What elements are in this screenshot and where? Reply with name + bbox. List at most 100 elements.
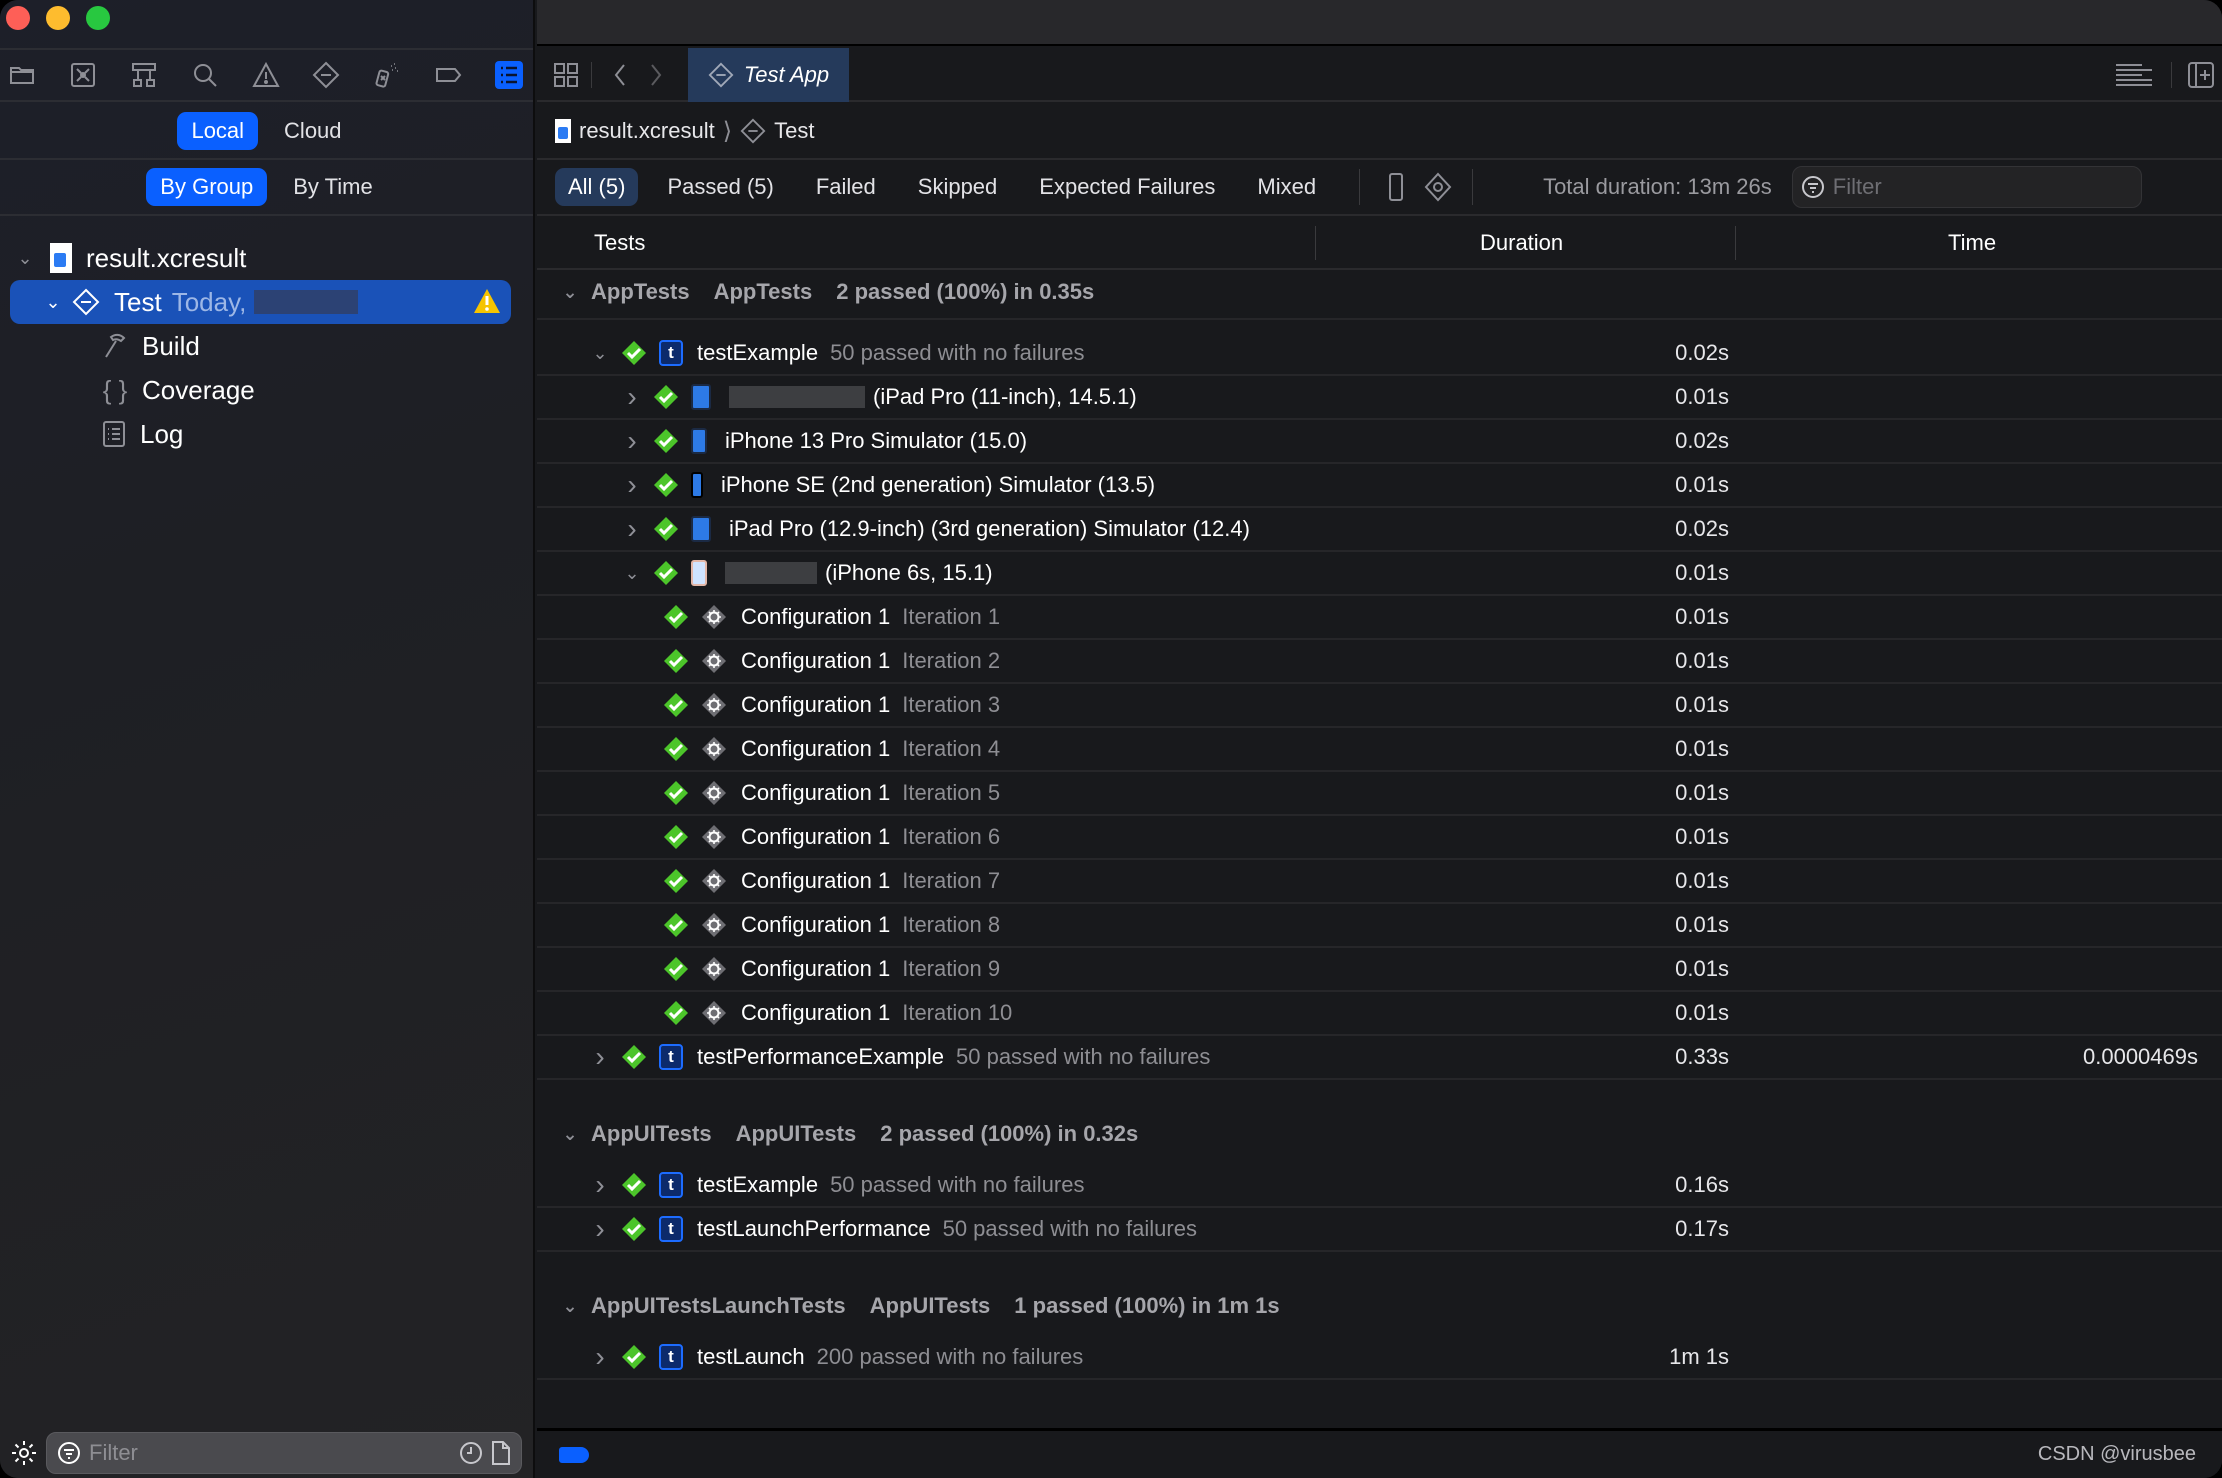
search-icon[interactable] xyxy=(191,61,219,89)
chevron-right-icon[interactable]: › xyxy=(589,1041,611,1073)
xcresult-file-icon xyxy=(555,119,571,143)
chevron-right-icon[interactable]: › xyxy=(621,381,643,413)
hierarchy-icon[interactable] xyxy=(130,61,158,89)
add-editor-icon[interactable] xyxy=(2186,60,2216,90)
by-group-tab[interactable]: By Group xyxy=(146,168,268,206)
test-row[interactable]: ⌄ t testExample 50 passed with no failures 0… xyxy=(537,332,2222,376)
device-row[interactable]: › (iPad Pro (11-inch), 14.5.1) 0.01s xyxy=(537,376,2222,420)
passed-status-icon xyxy=(653,384,679,410)
chevron-down-icon[interactable]: ⌄ xyxy=(559,282,581,303)
source-control-icon[interactable] xyxy=(69,61,97,89)
breakpoint-icon[interactable] xyxy=(434,61,462,89)
sidebar-filter-field[interactable] xyxy=(46,1432,522,1474)
minimize-window-button[interactable] xyxy=(46,6,70,30)
iteration-row[interactable]: Configuration 1 Iteration 10 0.01s xyxy=(537,992,2222,1036)
passed-status-icon xyxy=(663,824,689,850)
back-arrow-icon[interactable] xyxy=(605,60,635,90)
sidebar-footer xyxy=(0,1428,533,1478)
device-filter-icon[interactable] xyxy=(1388,172,1404,202)
sidebar-filter-input[interactable] xyxy=(89,1440,451,1466)
iteration-row[interactable]: Configuration 1 Iteration 9 0.01s xyxy=(537,948,2222,992)
warning-icon[interactable] xyxy=(473,288,501,314)
cloud-tab[interactable]: Cloud xyxy=(270,112,355,150)
filter-skipped-button[interactable]: Skipped xyxy=(905,168,1011,206)
debug-icon[interactable] xyxy=(373,61,401,89)
chevron-right-icon[interactable]: › xyxy=(589,1213,611,1245)
minimap-lines-icon[interactable] xyxy=(2114,60,2152,90)
document-icon[interactable] xyxy=(491,1440,511,1466)
tree-item-log[interactable]: Log xyxy=(0,412,533,456)
device-row[interactable]: › iPhone 13 Pro Simulator (15.0) 0.02s xyxy=(537,420,2222,464)
iteration-label: Iteration 8 xyxy=(902,912,1001,937)
filter-passed-button[interactable]: Passed (5) xyxy=(654,168,786,206)
test-filter-field[interactable] xyxy=(1791,166,2142,208)
test-group-header[interactable]: ⌄ AppUITests AppUITests 2 passed (100%) in … xyxy=(537,1112,2222,1156)
test-icon[interactable] xyxy=(312,61,340,89)
iteration-row[interactable]: Configuration 1 Iteration 5 0.01s xyxy=(537,772,2222,816)
test-row[interactable]: › t testExample 50 passed with no failures 0… xyxy=(537,1164,2222,1208)
chevron-down-icon[interactable]: ⌄ xyxy=(621,563,643,584)
filter-all-button[interactable]: All (5) xyxy=(555,168,639,206)
column-header: Tests Duration Time xyxy=(537,216,2222,270)
test-row[interactable]: › t testPerformanceExample 50 passed with n… xyxy=(537,1036,2222,1080)
column-tests[interactable]: Tests xyxy=(594,230,645,256)
iteration-row[interactable]: Configuration 1 Iteration 8 0.01s xyxy=(537,904,2222,948)
chevron-right-icon[interactable]: › xyxy=(621,513,643,545)
tag-icon[interactable] xyxy=(559,1447,589,1463)
tree-item-coverage[interactable]: { } Coverage xyxy=(0,368,533,412)
test-row[interactable]: › t testLaunchPerformance 50 passed with no… xyxy=(537,1208,2222,1252)
chevron-right-icon[interactable]: › xyxy=(621,469,643,501)
test-summary: 50 passed with no failures xyxy=(830,340,1085,365)
chevron-right-icon[interactable]: › xyxy=(589,1341,611,1373)
column-divider[interactable] xyxy=(1735,226,1736,260)
tree-item-build[interactable]: Build xyxy=(0,324,533,368)
chevron-right-icon[interactable]: › xyxy=(621,425,643,457)
grid-layout-icon[interactable] xyxy=(551,60,581,90)
report-icon[interactable] xyxy=(495,61,523,89)
iteration-row[interactable]: Configuration 1 Iteration 1 0.01s xyxy=(537,596,2222,640)
chevron-down-icon[interactable]: ⌄ xyxy=(14,248,36,269)
column-divider[interactable] xyxy=(1315,226,1316,260)
iteration-row[interactable]: Configuration 1 Iteration 6 0.01s xyxy=(537,816,2222,860)
test-filter-input[interactable] xyxy=(1832,174,2133,200)
column-time[interactable]: Time xyxy=(1948,230,1996,256)
clock-icon[interactable] xyxy=(459,1441,483,1465)
iteration-row[interactable]: Configuration 1 Iteration 3 0.01s xyxy=(537,684,2222,728)
warning-icon[interactable] xyxy=(251,61,280,89)
zoom-window-button[interactable] xyxy=(86,6,110,30)
iteration-label: Iteration 3 xyxy=(902,692,1001,717)
chevron-right-icon[interactable]: › xyxy=(589,1169,611,1201)
tree-item-result[interactable]: ⌄ result.xcresult xyxy=(0,236,533,280)
by-time-tab[interactable]: By Time xyxy=(279,168,386,206)
close-window-button[interactable] xyxy=(6,6,30,30)
breadcrumb-item[interactable]: Test xyxy=(774,118,814,144)
chevron-down-icon[interactable]: ⌄ xyxy=(42,292,64,313)
filter-failed-button[interactable]: Failed xyxy=(803,168,889,206)
device-row[interactable]: › iPhone SE (2nd generation) Simulator (1… xyxy=(537,464,2222,508)
test-group-header[interactable]: ⌄ AppTests AppTests 2 passed (100%) in 0.35… xyxy=(537,270,2222,314)
filter-mixed-button[interactable]: Mixed xyxy=(1244,168,1329,206)
chevron-down-icon[interactable]: ⌄ xyxy=(559,1124,581,1145)
chevron-down-icon[interactable]: ⌄ xyxy=(589,343,611,364)
ipad-icon xyxy=(691,516,711,542)
iteration-row[interactable]: Configuration 1 Iteration 7 0.01s xyxy=(537,860,2222,904)
column-duration[interactable]: Duration xyxy=(1480,230,1563,256)
tree-item-test-selected[interactable]: ⌄ Test Today, xyxy=(10,280,511,324)
iteration-row[interactable]: Configuration 1 Iteration 4 0.01s xyxy=(537,728,2222,772)
device-row[interactable]: ⌄ (iPhone 6s, 15.1) 0.01s xyxy=(537,552,2222,596)
folder-icon[interactable] xyxy=(8,61,36,89)
breadcrumb-file[interactable]: result.xcresult xyxy=(579,118,715,144)
local-tab[interactable]: Local xyxy=(177,112,259,150)
device-row[interactable]: › iPad Pro (12.9-inch) (3rd generation) S… xyxy=(537,508,2222,552)
test-row[interactable]: › t testLaunch 200 passed with no failures 1… xyxy=(537,1336,2222,1380)
chevron-down-icon[interactable]: ⌄ xyxy=(559,1296,581,1317)
forward-arrow-icon[interactable] xyxy=(641,60,671,90)
test-group-header[interactable]: ⌄ AppUITestsLaunchTests AppUITests 1 passed… xyxy=(537,1284,2222,1328)
redacted-device-name xyxy=(725,562,817,584)
gear-icon[interactable] xyxy=(10,1439,38,1467)
iteration-row[interactable]: Configuration 1 Iteration 2 0.01s xyxy=(537,640,2222,684)
tab-test-app[interactable]: Test App xyxy=(688,48,849,102)
configuration-filter-icon[interactable] xyxy=(1424,172,1452,202)
filter-expected-failures-button[interactable]: Expected Failures xyxy=(1026,168,1228,206)
group-name: AppUITestsLaunchTests xyxy=(591,1293,846,1318)
